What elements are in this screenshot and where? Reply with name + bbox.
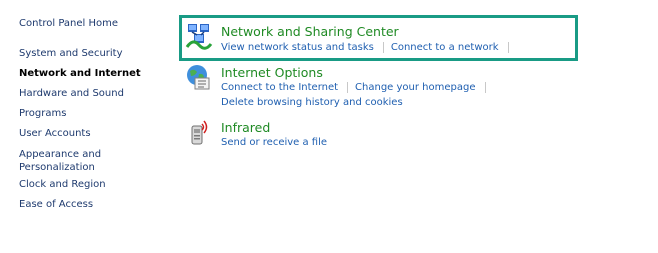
- task-row-internet-options: Connect to the Internet Change your homep…: [221, 81, 493, 94]
- separator: [484, 81, 486, 93]
- sidebar-item-hardware-and-sound[interactable]: Hardware and Sound: [19, 87, 124, 100]
- control-panel-window: Control Panel Home System and Security N…: [0, 0, 658, 253]
- task-row-network-sharing: View network status and tasks Connect to …: [221, 41, 516, 54]
- task-row-infrared: Send or receive a file: [221, 136, 327, 149]
- separator: [507, 41, 509, 53]
- sidebar-item-appearance-and-personalization[interactable]: Appearance and Personalization: [19, 148, 109, 174]
- separator: [382, 41, 384, 53]
- sidebar-item-ease-of-access[interactable]: Ease of Access: [19, 198, 93, 211]
- sidebar-item-control-panel-home[interactable]: Control Panel Home: [19, 17, 118, 30]
- category-title-network-sharing[interactable]: Network and Sharing Center: [221, 24, 399, 39]
- category-title-internet-options[interactable]: Internet Options: [221, 65, 323, 80]
- task-link-connect-to-internet[interactable]: Connect to the Internet: [221, 82, 338, 93]
- task-link-connect-to-network[interactable]: Connect to a network: [391, 42, 499, 53]
- sidebar-item-programs[interactable]: Programs: [19, 107, 66, 120]
- task-link-change-homepage[interactable]: Change your homepage: [355, 82, 475, 93]
- task-link-send-receive-file[interactable]: Send or receive a file: [221, 137, 327, 148]
- task-link-delete-browsing-history[interactable]: Delete browsing history and cookies: [221, 97, 403, 108]
- sidebar-item-system-and-security[interactable]: System and Security: [19, 47, 123, 60]
- infrared-icon[interactable]: [186, 118, 216, 148]
- network-sharing-icon[interactable]: [185, 22, 215, 52]
- sidebar-item-clock-and-region[interactable]: Clock and Region: [19, 178, 106, 191]
- internet-options-icon[interactable]: [185, 64, 215, 94]
- category-title-infrared[interactable]: Infrared: [221, 120, 270, 135]
- sidebar-item-network-and-internet[interactable]: Network and Internet: [19, 67, 141, 80]
- task-row-internet-options-2: Delete browsing history and cookies: [221, 96, 403, 109]
- sidebar-item-user-accounts[interactable]: User Accounts: [19, 127, 91, 140]
- separator: [347, 81, 349, 93]
- task-link-view-network-status[interactable]: View network status and tasks: [221, 42, 374, 53]
